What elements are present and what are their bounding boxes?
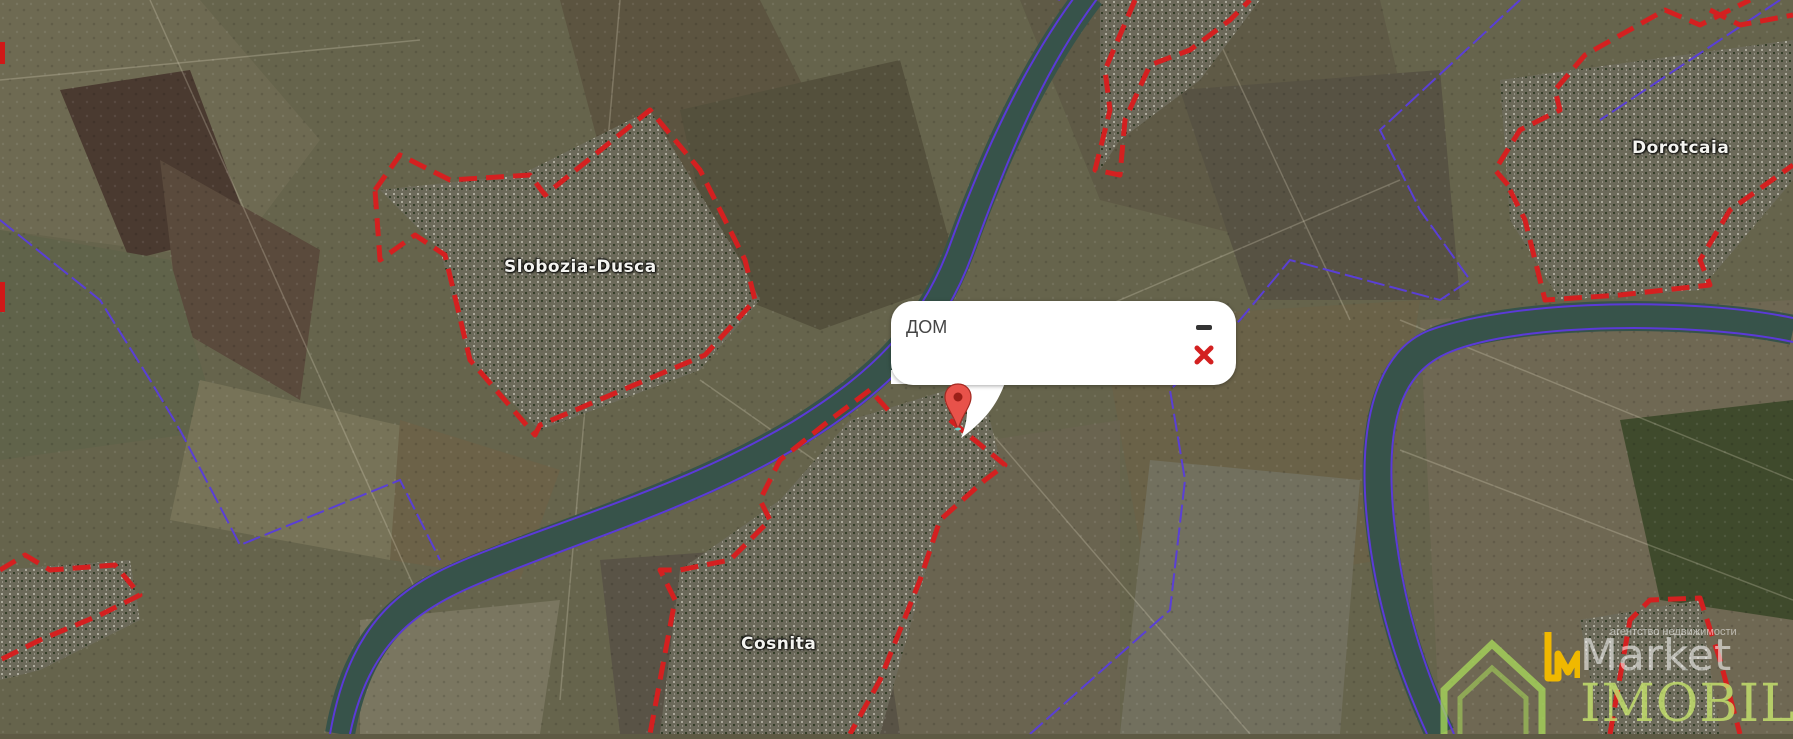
market-imobile-logo: агентство недвижимости Market IMOBILE	[1430, 626, 1793, 734]
place-label-slobozia-dusca: Slobozia-Dusca	[504, 257, 657, 277]
close-x-glyph	[1194, 345, 1214, 365]
place-label-cosnita: Cosnita	[741, 634, 817, 654]
left-edge-segment	[0, 282, 5, 312]
place-label-dorotcaia: Dorotcaia	[1632, 138, 1730, 158]
minus-icon[interactable]	[1194, 321, 1214, 333]
info-popup[interactable]: ДОМ	[891, 301, 1236, 385]
logo-word-imobile: IMOBILE	[1580, 674, 1793, 734]
left-edge-segment	[0, 42, 5, 64]
map-pin-icon[interactable]	[943, 383, 973, 431]
popup-title: ДОМ	[906, 317, 948, 337]
house-logo-icon	[1440, 632, 1582, 734]
close-x-icon[interactable]	[1192, 343, 1216, 367]
left-edge-control[interactable]	[0, 42, 5, 312]
